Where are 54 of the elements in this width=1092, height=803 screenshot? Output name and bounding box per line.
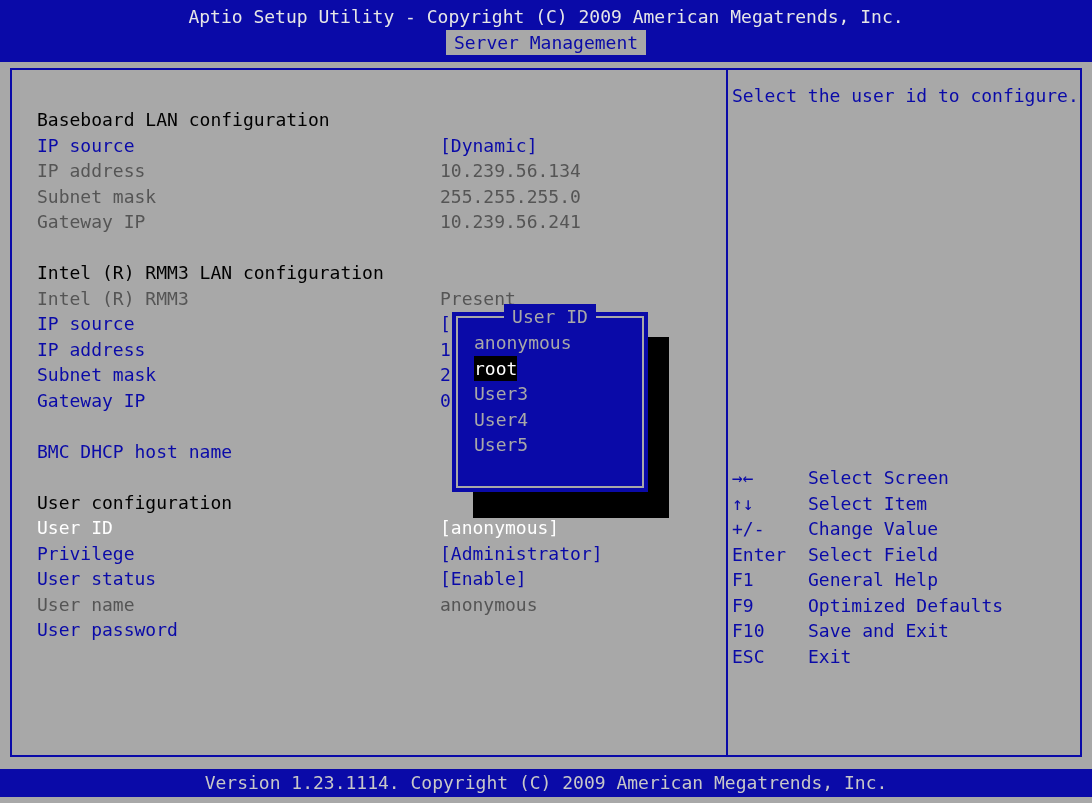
setting-label[interactable]: BMC DHCP host name (37, 440, 233, 462)
setting-label[interactable]: User password (37, 619, 178, 640)
key-action: Optimized Defaults (808, 593, 1004, 618)
setting-value: [Dynamic] (440, 133, 538, 158)
setting-label[interactable]: User status (37, 568, 157, 589)
key-label: ESC (732, 644, 766, 669)
popup-option[interactable]: User4 (474, 406, 529, 432)
help-description: Select the user id to configure. (732, 84, 1080, 108)
setting-label: User name (37, 593, 135, 615)
key-label: +/- (732, 517, 766, 541)
setting-value: anonymous (440, 592, 538, 617)
setting-label[interactable]: IP source (37, 134, 135, 156)
setting-value: 10.239.56.241 (440, 210, 581, 234)
key-action: Save and Exit (808, 619, 949, 643)
section-heading: User configuration (37, 491, 233, 513)
key-label: F1 (732, 568, 755, 592)
footer-text: Version 1.23.1114. Copyright (C) 2009 American Megatrends, Inc. (204, 771, 888, 796)
key-action: Change Value (808, 517, 939, 541)
section-heading: Intel (R) RMM3 LAN configuration (37, 262, 384, 283)
setting-value: [Administrator] (440, 541, 603, 566)
setting-value: [ (440, 312, 451, 336)
key-action: Select Screen (808, 466, 949, 490)
setting-value: 0 (440, 388, 451, 413)
setting-value: [Enable] (440, 567, 527, 591)
setting-label[interactable]: Subnet mask (37, 364, 157, 385)
key-label: →← (732, 466, 755, 490)
setting-value: 1 (440, 337, 451, 362)
popup-option[interactable]: User3 (474, 381, 529, 407)
tab[interactable]: Server Management (445, 29, 647, 55)
setting-value: 255.255.255.0 (440, 184, 581, 209)
setting-label[interactable]: Gateway IP (37, 389, 146, 411)
key-label: F10 (732, 619, 766, 643)
key-action: Exit (808, 644, 852, 669)
setting-label: Subnet mask (37, 185, 157, 207)
key-action: General Help (808, 568, 939, 592)
popup-option[interactable]: User5 (474, 432, 529, 458)
setting-value: 2 (440, 363, 451, 387)
popup-option[interactable]: root (474, 355, 518, 381)
popup-option[interactable]: anonymous (474, 330, 572, 356)
key-label: Enter (732, 542, 788, 567)
setting-label[interactable]: IP source (37, 313, 135, 334)
window-title: Aptio Setup Utility - Copyright (C) 2009 American Megatrends, Inc. (188, 5, 904, 29)
key-label: ↑↓ (732, 491, 755, 516)
key-label: F9 (732, 593, 755, 618)
key-action: Select Field (808, 542, 939, 567)
setting-label: Intel (R) RMM3 (37, 287, 189, 309)
setting-label[interactable]: Privilege (37, 542, 135, 564)
section-heading: Baseboard LAN configuration (37, 109, 330, 130)
setting-label: Gateway IP (37, 211, 146, 232)
setting-label: IP address (37, 160, 146, 181)
key-action: Select Item (808, 491, 928, 516)
setting-value: [anonymous] (440, 516, 560, 540)
setting-label[interactable]: IP address (37, 338, 146, 360)
setting-value: 10.239.56.134 (440, 159, 581, 183)
